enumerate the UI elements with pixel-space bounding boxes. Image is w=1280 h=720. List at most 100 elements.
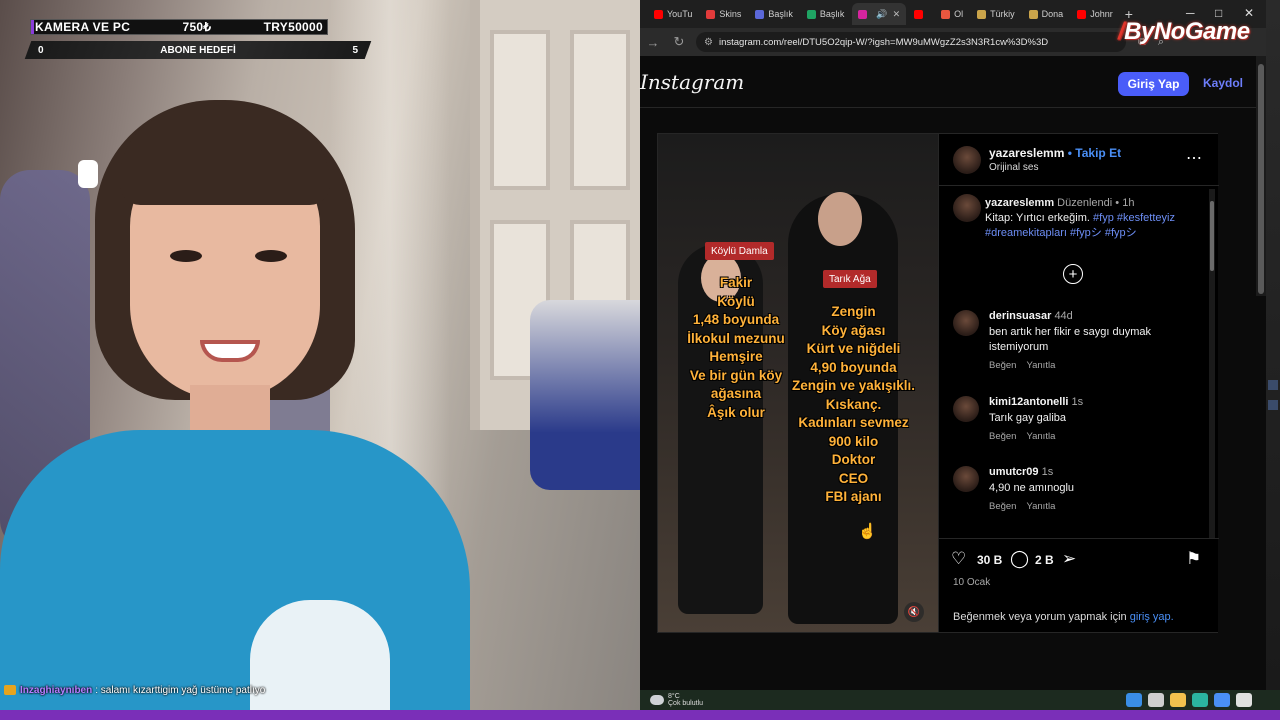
reel-video[interactable]: Köylü Damla Tarık Ağa Fakir Köylü 1,48 b… bbox=[658, 134, 938, 632]
browser-window: YouTu Skins Başlık Başlık 🔊 ✕ Ol Türkiy Dona John… bbox=[640, 0, 1266, 690]
shirt-print bbox=[250, 600, 390, 710]
instagram-page: Instagram Giriş Yap Kaydol Köylü Damla T… bbox=[640, 56, 1266, 690]
bookmark-icon[interactable]: ⚑ bbox=[1186, 549, 1201, 569]
hair-clip bbox=[78, 160, 98, 188]
weather-temp: 8°C bbox=[668, 693, 680, 700]
comment-text: ben artık her fikir e saygı duymak istem… bbox=[989, 326, 1152, 353]
tab-favicon-icon bbox=[1028, 9, 1038, 19]
load-more-comments-icon[interactable]: + bbox=[1063, 264, 1083, 284]
tab-favicon-icon bbox=[755, 9, 765, 19]
comment-avatar[interactable] bbox=[953, 466, 979, 492]
chrome-icon[interactable] bbox=[1236, 693, 1252, 707]
comment-username[interactable]: umutcr09 bbox=[989, 466, 1039, 478]
caption-username[interactable]: yazareslemm bbox=[985, 197, 1054, 209]
reel-sidebar: yazareslemm • Takip Et Orijinal ses ⋯ ya… bbox=[938, 134, 1219, 632]
chat-text: : salamı kızarttigim yağ üstüme patlıyo bbox=[95, 684, 266, 696]
comments-scrollbar[interactable] bbox=[1209, 189, 1215, 539]
start-icon[interactable] bbox=[1126, 693, 1142, 707]
reel-tag-right: Tarık Ağa bbox=[823, 270, 877, 288]
tab-label: YouTu bbox=[667, 9, 693, 19]
caption-edited: Düzenlendi bbox=[1057, 197, 1113, 209]
tab-favicon-icon bbox=[806, 9, 816, 19]
comment-username[interactable]: derinsuasar bbox=[989, 310, 1051, 322]
store-icon[interactable] bbox=[1214, 693, 1230, 707]
weather-widget[interactable]: 8°C Çok bulutlu bbox=[650, 693, 703, 707]
comment-like[interactable]: Beğen bbox=[989, 431, 1016, 442]
page-scrollbar[interactable] bbox=[1256, 56, 1266, 296]
task-view-icon[interactable] bbox=[1148, 693, 1164, 707]
more-options-icon[interactable]: ⋯ bbox=[1186, 148, 1203, 168]
comment-avatar[interactable] bbox=[953, 396, 979, 422]
streamer-bangs bbox=[120, 110, 330, 205]
caption-time: 1h bbox=[1122, 197, 1135, 209]
author-avatar[interactable] bbox=[953, 146, 981, 174]
browser-tab[interactable]: Başlık bbox=[749, 3, 799, 25]
reload-icon[interactable]: ↻ bbox=[666, 34, 692, 50]
comment-actions: Beğen Yanıtla bbox=[989, 431, 1065, 442]
mute-icon[interactable]: 🔇 bbox=[904, 602, 924, 622]
blue-shirt bbox=[0, 430, 470, 710]
window-pane bbox=[570, 30, 630, 190]
comment-count: 2 B bbox=[1035, 553, 1054, 567]
comment-avatar[interactable] bbox=[953, 310, 979, 336]
bynogame-logo: /ByNoGame bbox=[1118, 18, 1250, 45]
file-explorer-icon[interactable] bbox=[1170, 693, 1186, 707]
comment-reply[interactable]: Yanıtla bbox=[1026, 431, 1055, 442]
forward-icon[interactable]: → bbox=[640, 35, 666, 50]
reel-text-right: Zengin Köy ağası Kürt ve niğdeli 4,90 bo… bbox=[791, 304, 916, 504]
gaming-chair bbox=[530, 300, 640, 490]
login-button[interactable]: Giriş Yap bbox=[1118, 72, 1189, 96]
comment-reply[interactable]: Yanıtla bbox=[1026, 360, 1055, 371]
instagram-logo[interactable]: Instagram bbox=[640, 70, 744, 94]
page-scrollbar-thumb[interactable] bbox=[1258, 64, 1264, 294]
comment-like[interactable]: Beğen bbox=[989, 360, 1016, 371]
tab-label: Dona bbox=[1041, 9, 1064, 19]
caption-avatar[interactable] bbox=[953, 194, 981, 222]
taskbar: 8°C Çok bulutlu bbox=[640, 690, 1280, 710]
edge-icon[interactable] bbox=[1192, 693, 1208, 707]
close-tab-icon[interactable]: ✕ bbox=[893, 9, 901, 20]
caption-dot: • bbox=[1115, 197, 1120, 209]
comment-time: 1s bbox=[1071, 396, 1084, 408]
comment-time: 1s bbox=[1041, 466, 1054, 478]
comment-username[interactable]: kimi12antonelli bbox=[989, 396, 1068, 408]
tab-favicon-icon bbox=[977, 9, 987, 19]
browser-tab[interactable]: Skins bbox=[700, 3, 747, 25]
goal-current: 750₺ bbox=[182, 20, 212, 34]
cloud-icon bbox=[650, 695, 664, 705]
share-icon[interactable]: ➢ bbox=[1062, 549, 1076, 569]
tab-favicon-icon bbox=[858, 9, 868, 19]
tab-audio-icon[interactable]: 🔊 bbox=[876, 9, 887, 20]
browser-tab[interactable]: Ol bbox=[935, 3, 969, 25]
webcam-feed: KAMERA VE PC 750₺ TRY50000 0 ABONE HEDEF… bbox=[0, 0, 640, 710]
url-text: instagram.com/reel/DTU5O2qip-W/?igsh=MW9… bbox=[718, 36, 1049, 48]
url-field[interactable]: ⚙ instagram.com/reel/DTU5O2qip-W/?igsh=M… bbox=[696, 32, 1126, 52]
audio-label[interactable]: Orijinal ses bbox=[989, 162, 1038, 173]
reel-figure-head bbox=[818, 192, 862, 246]
edge-highlight bbox=[1268, 380, 1278, 390]
browser-tab[interactable]: Johnr bbox=[1071, 3, 1119, 25]
browser-tab[interactable]: Dona bbox=[1023, 3, 1070, 25]
sub-goal-label: ABONE HEDEFİ bbox=[160, 44, 236, 56]
weather-desc: Çok bulutlu bbox=[668, 700, 704, 707]
scrollbar-thumb[interactable] bbox=[1210, 201, 1214, 271]
browser-tab[interactable] bbox=[908, 3, 933, 25]
subscriber-goal-labels: 0 ABONE HEDEFİ 5 bbox=[38, 41, 358, 59]
goal-accent bbox=[31, 20, 34, 34]
heart-icon[interactable]: ♡ bbox=[951, 549, 966, 569]
comment-like[interactable]: Beğen bbox=[989, 501, 1016, 512]
browser-tab[interactable]: Türkiy bbox=[971, 3, 1021, 25]
sub-goal-end: 5 bbox=[352, 44, 358, 56]
weather-info: 8°C Çok bulutlu bbox=[668, 693, 703, 707]
signup-link[interactable]: Kaydol bbox=[1203, 76, 1243, 90]
hand-cursor-icon: ☝ bbox=[858, 523, 877, 540]
browser-tab[interactable]: YouTu bbox=[648, 3, 698, 25]
comment-reply[interactable]: Yanıtla bbox=[1026, 501, 1055, 512]
comment-icon[interactable]: ◯ bbox=[1010, 549, 1029, 569]
login-hint-link[interactable]: giriş yap. bbox=[1130, 611, 1174, 623]
follow-link[interactable]: Takip Et bbox=[1075, 146, 1121, 160]
author-username[interactable]: yazareslemm bbox=[989, 146, 1064, 160]
browser-tab[interactable]: 🔊 ✕ bbox=[852, 3, 907, 25]
site-info-icon[interactable]: ⚙ bbox=[704, 37, 713, 48]
browser-tab[interactable]: Başlık bbox=[801, 3, 851, 25]
